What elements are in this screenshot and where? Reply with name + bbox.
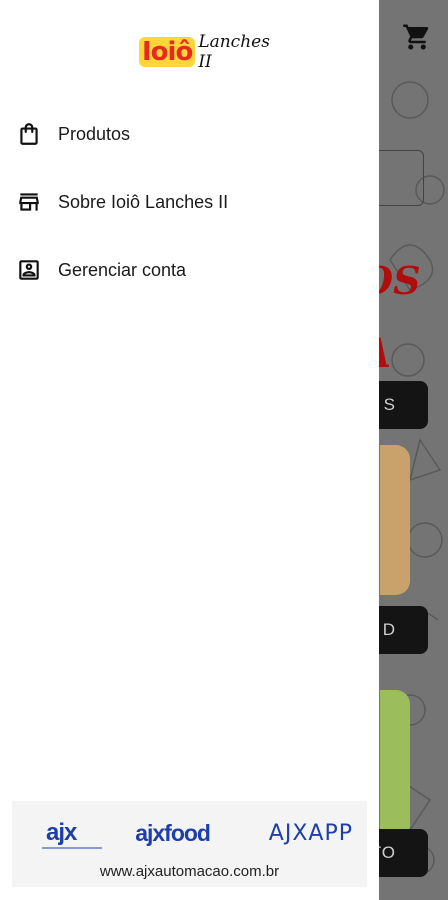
menu-item-sobre[interactable]: Sobre Ioiô Lanches II xyxy=(0,168,379,236)
menu-item-label: Sobre Ioiô Lanches II xyxy=(58,191,229,212)
product-image xyxy=(380,690,410,840)
account-box-icon xyxy=(16,257,42,283)
logo-brand: Ioiô xyxy=(139,37,196,67)
product-image xyxy=(380,445,410,595)
store-icon xyxy=(16,189,42,215)
logo-script: Lanches II xyxy=(198,32,270,72)
partner-logos: ajx ajxfood AJXAPP xyxy=(12,813,367,853)
website-link[interactable]: www.ajxautomacao.com.br xyxy=(12,863,367,880)
shopping-bag-icon xyxy=(16,121,42,147)
navigation-drawer: Ioiô Lanches II Produtos Sobre Ioiô Lanc… xyxy=(0,0,379,900)
ajxapp-logo[interactable]: AJXAPP xyxy=(269,821,353,846)
menu-item-label: Gerenciar conta xyxy=(58,259,187,280)
menu-item-gerenciar-conta[interactable]: Gerenciar conta xyxy=(0,236,379,304)
cart-icon[interactable] xyxy=(402,22,432,52)
drawer-menu: Produtos Sobre Ioiô Lanches II Gerenciar… xyxy=(0,100,379,304)
ajx-logo[interactable]: ajx xyxy=(42,819,102,849)
menu-item-label: Produtos xyxy=(58,123,131,144)
app-logo: Ioiô Lanches II xyxy=(139,30,270,74)
menu-item-produtos[interactable]: Produtos xyxy=(0,100,379,168)
ajxfood-logo[interactable]: ajxfood xyxy=(135,820,211,847)
partner-footer: ajx ajxfood AJXAPP www.ajxautomacao.com.… xyxy=(12,801,367,887)
